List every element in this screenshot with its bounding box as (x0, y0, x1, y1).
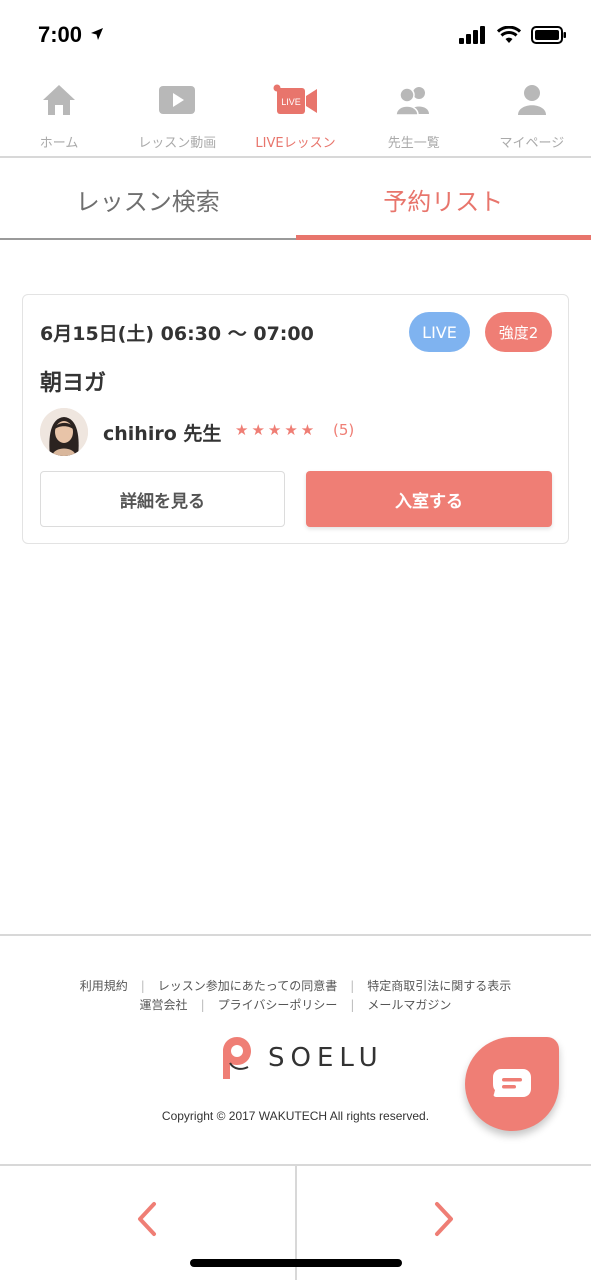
footer-separator: | (350, 997, 355, 1012)
top-navigation: ホーム レッスン動画 LIVE LIVEレッスン 先生一覧 マイページ (0, 80, 591, 156)
nav-label-lesson-videos: レッスン動画 (138, 136, 217, 151)
footer-divider (0, 934, 591, 936)
status-indicators (459, 26, 567, 44)
nav-item-live-lessons[interactable]: LIVE LIVEレッスン (236, 80, 354, 156)
lesson-datetime: 6月15日(土) 06:30 〜 07:00 (40, 323, 314, 345)
tab-underline (0, 238, 296, 240)
live-badge: LIVE (409, 312, 470, 352)
battery-icon (531, 26, 566, 44)
view-details-button[interactable]: 詳細を見る (40, 471, 285, 527)
status-bar: 7:00 (0, 0, 591, 70)
live-camera-icon: LIVE (273, 80, 319, 120)
nav-item-home[interactable]: ホーム (0, 80, 118, 156)
signal-icon (459, 26, 485, 44)
nav-item-lesson-videos[interactable]: レッスン動画 (118, 80, 236, 156)
intensity-badge: 強度2 (485, 312, 552, 352)
teacher-avatar[interactable] (40, 408, 88, 456)
tab-lesson-search[interactable]: レッスン検索 (0, 158, 296, 240)
location-arrow-icon (91, 28, 104, 40)
footer-link-terms[interactable]: 利用規約 (80, 977, 128, 994)
soelu-logo[interactable]: SOELU (222, 1036, 384, 1080)
soelu-logo-mark-icon (223, 1037, 251, 1079)
nav-label-home: ホーム (39, 136, 79, 151)
footer-links-row-2: 運営会社 | プライバシーポリシー | メールマガジン (0, 996, 591, 1013)
nav-label-teachers: 先生一覧 (387, 136, 440, 151)
chat-button[interactable] (465, 1037, 559, 1131)
footer-link-consent[interactable]: レッスン参加にあたっての同意書 (158, 977, 337, 994)
lesson-card: 6月15日(土) 06:30 〜 07:00 LIVE 強度2 朝ヨガ chih… (22, 294, 569, 544)
footer-link-newsletter[interactable]: メールマガジン (367, 996, 451, 1013)
chevron-left-icon (138, 1202, 157, 1236)
enter-room-button[interactable]: 入室する (306, 471, 552, 527)
teachers-icon (395, 80, 432, 120)
tab-bar: レッスン検索 予約リスト (0, 158, 591, 240)
wifi-icon (497, 26, 521, 43)
home-indicator[interactable] (190, 1259, 402, 1267)
footer-links-row-1: 利用規約 | レッスン参加にあたっての同意書 | 特定商取引法に関する表示 (0, 977, 591, 994)
lesson-title: 朝ヨガ (40, 371, 107, 396)
footer-link-company[interactable]: 運営会社 (140, 996, 188, 1013)
status-time: 7:00 (38, 22, 104, 48)
footer-separator: | (140, 978, 145, 993)
chevron-right-icon (434, 1202, 453, 1236)
home-icon (41, 80, 77, 120)
chat-bubble-icon (493, 1069, 531, 1097)
review-count: (5) (333, 421, 355, 439)
nav-item-my-page[interactable]: マイページ (473, 80, 591, 156)
footer-link-privacy[interactable]: プライバシーポリシー (218, 996, 338, 1013)
teacher-name[interactable]: chihiro 先生 (103, 419, 221, 446)
nav-label-my-page: マイページ (499, 136, 565, 151)
footer-separator: | (200, 997, 205, 1012)
logo-text: SOELU (268, 1043, 384, 1073)
rating-stars: ★★★★★ (235, 421, 318, 439)
play-video-icon (159, 80, 196, 120)
tab-reservation-list[interactable]: 予約リスト (295, 158, 591, 240)
tab-underline-active (295, 235, 591, 240)
svg-text:LIVE: LIVE (281, 97, 301, 107)
footer-link-commerce-law[interactable]: 特定商取引法に関する表示 (367, 977, 511, 994)
user-icon (517, 80, 546, 120)
nav-label-live-lessons: LIVEレッスン (255, 136, 336, 151)
footer-separator: | (350, 978, 355, 993)
nav-item-teachers[interactable]: 先生一覧 (355, 80, 473, 156)
